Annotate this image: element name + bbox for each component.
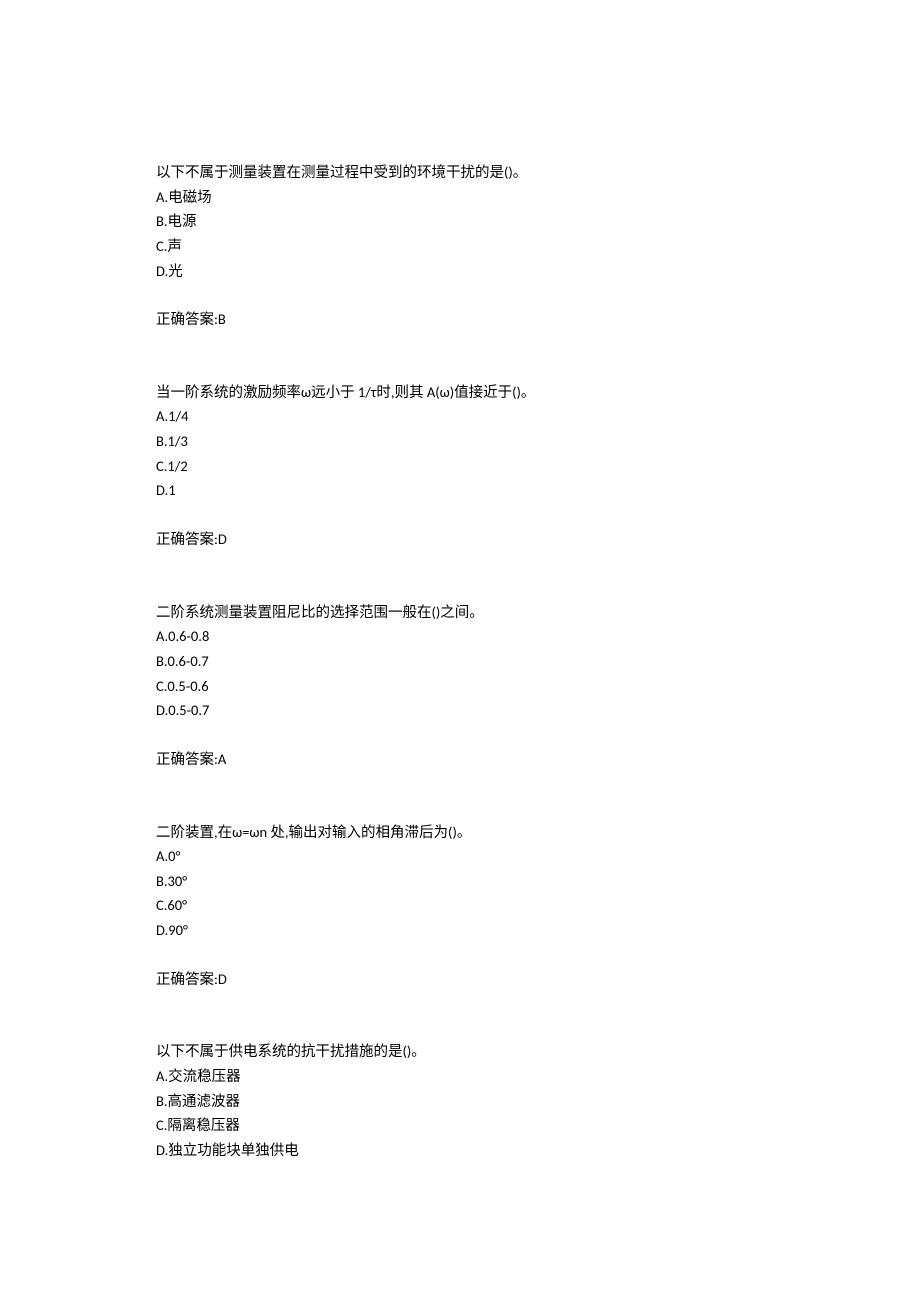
- question-option: C.60°: [156, 893, 764, 918]
- answer-line: 正确答案:A: [156, 747, 764, 772]
- answer-label: 正确答案:: [156, 530, 218, 548]
- question-option: A.0.6-0.8: [156, 624, 764, 649]
- question-option: B.0.6-0.7: [156, 649, 764, 674]
- question-option: A.电磁场: [156, 185, 764, 210]
- question-option: A.1/4: [156, 404, 764, 429]
- question-option: B.高通滤波器: [156, 1089, 764, 1114]
- question-option: A.交流稳压器: [156, 1064, 764, 1089]
- question-option: B.30°: [156, 869, 764, 894]
- answer-value: D: [218, 530, 227, 548]
- answer-value: D: [218, 970, 227, 988]
- question-option: C.0.5-0.6: [156, 674, 764, 699]
- answer-value: A: [218, 750, 226, 768]
- question-option: A.0°: [156, 844, 764, 869]
- question-option: D.1: [156, 478, 764, 503]
- question-stem: 二阶装置,在ω=ωn 处,输出对输入的相角滞后为()。: [156, 820, 764, 845]
- document-page: 以下不属于测量装置在测量过程中受到的环境干扰的是()。 A.电磁场 B.电源 C…: [0, 0, 920, 1291]
- question-stem: 以下不属于供电系统的抗干扰措施的是()。: [156, 1039, 764, 1064]
- answer-line: 正确答案:D: [156, 967, 764, 992]
- question-option: B.1/3: [156, 429, 764, 454]
- question-option: C.1/2: [156, 454, 764, 479]
- question-option: D.90°: [156, 918, 764, 943]
- question-block: 当一阶系统的激励频率ω远小于 1/τ时,则其 A(ω)值接近于()。 A.1/4…: [156, 380, 764, 552]
- question-stem: 以下不属于测量装置在测量过程中受到的环境干扰的是()。: [156, 160, 764, 185]
- question-block: 二阶系统测量装置阻尼比的选择范围一般在()之间。 A.0.6-0.8 B.0.6…: [156, 600, 764, 772]
- answer-value: B: [218, 310, 226, 328]
- question-block: 以下不属于供电系统的抗干扰措施的是()。 A.交流稳压器 B.高通滤波器 C.隔…: [156, 1039, 764, 1162]
- answer-label: 正确答案:: [156, 750, 218, 768]
- question-option: B.电源: [156, 209, 764, 234]
- answer-label: 正确答案:: [156, 970, 218, 988]
- question-option: C.隔离稳压器: [156, 1113, 764, 1138]
- question-option: D.独立功能块单独供电: [156, 1138, 764, 1163]
- question-option: C.声: [156, 234, 764, 259]
- question-block: 以下不属于测量装置在测量过程中受到的环境干扰的是()。 A.电磁场 B.电源 C…: [156, 160, 764, 332]
- answer-line: 正确答案:B: [156, 307, 764, 332]
- question-stem: 当一阶系统的激励频率ω远小于 1/τ时,则其 A(ω)值接近于()。: [156, 380, 764, 405]
- answer-line: 正确答案:D: [156, 527, 764, 552]
- question-option: D.光: [156, 259, 764, 284]
- question-option: D.0.5-0.7: [156, 698, 764, 723]
- question-block: 二阶装置,在ω=ωn 处,输出对输入的相角滞后为()。 A.0° B.30° C…: [156, 820, 764, 992]
- answer-label: 正确答案:: [156, 310, 218, 328]
- question-stem: 二阶系统测量装置阻尼比的选择范围一般在()之间。: [156, 600, 764, 625]
